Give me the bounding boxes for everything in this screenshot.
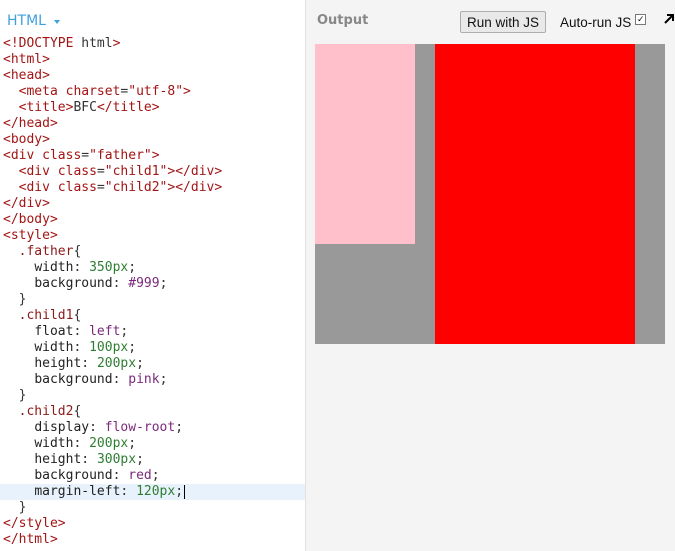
code-line[interactable]: <head> <box>0 68 305 84</box>
code-line[interactable]: <div class="child2"></div> <box>0 180 305 196</box>
autorun-checkbox[interactable]: ✓ <box>635 13 647 25</box>
chevron-down-icon <box>53 20 60 24</box>
autorun-toggle[interactable]: Auto-run JS ✓ <box>560 13 647 31</box>
code-line[interactable]: .father{ <box>0 244 305 260</box>
code-line[interactable]: } <box>0 388 305 404</box>
language-mode-label: HTML <box>7 13 46 29</box>
code-line[interactable]: <html> <box>0 52 305 68</box>
code-line[interactable]: height: 200px; <box>0 356 305 372</box>
code-line[interactable]: background: red; <box>0 468 305 484</box>
output-pane: Output Run with JS Auto-run JS ✓ <box>305 0 675 551</box>
preview-child2-box <box>435 44 635 344</box>
code-line[interactable]: .child1{ <box>0 308 305 324</box>
code-line[interactable]: width: 100px; <box>0 340 305 356</box>
code-editor[interactable]: <!DOCTYPE html> <html> <head> <meta charse… <box>0 36 305 548</box>
code-line[interactable]: <style> <box>0 228 305 244</box>
code-line[interactable]: } <box>0 500 305 516</box>
code-line[interactable]: background: #999; <box>0 276 305 292</box>
language-mode-selector[interactable]: HTML <box>7 12 60 30</box>
code-line[interactable]: height: 300px; <box>0 452 305 468</box>
code-line[interactable]: <title>BFC</title> <box>0 100 305 116</box>
output-label: Output <box>317 13 369 28</box>
code-line[interactable]: } <box>0 292 305 308</box>
expand-icon[interactable] <box>662 12 675 26</box>
preview-child1-box <box>315 44 415 244</box>
text-cursor <box>184 484 186 499</box>
code-line[interactable]: float: left; <box>0 324 305 340</box>
code-line[interactable]: .child2{ <box>0 404 305 420</box>
code-line[interactable]: background: pink; <box>0 372 305 388</box>
code-line[interactable]: </head> <box>0 116 305 132</box>
code-line[interactable]: <body> <box>0 132 305 148</box>
code-line[interactable]: <meta charset="utf-8"> <box>0 84 305 100</box>
code-editor-pane: HTML <!DOCTYPE html> <html> <head> <meta c… <box>0 0 305 551</box>
code-line[interactable]: margin-left: 120px; <box>0 484 305 500</box>
code-line[interactable]: width: 200px; <box>0 436 305 452</box>
code-line[interactable]: <div class="child1"></div> <box>0 164 305 180</box>
code-line[interactable]: </html> <box>0 532 305 548</box>
code-line[interactable]: </style> <box>0 516 305 532</box>
code-line[interactable]: </div> <box>0 196 305 212</box>
code-line[interactable]: width: 350px; <box>0 260 305 276</box>
code-line[interactable]: </body> <box>0 212 305 228</box>
run-with-js-button[interactable]: Run with JS <box>460 11 546 33</box>
code-line[interactable]: <!DOCTYPE html> <box>0 36 305 52</box>
code-line[interactable]: display: flow-root; <box>0 420 305 436</box>
preview-father-box <box>315 44 665 344</box>
autorun-label: Auto-run JS <box>560 14 632 30</box>
code-line[interactable]: <div class="father"> <box>0 148 305 164</box>
